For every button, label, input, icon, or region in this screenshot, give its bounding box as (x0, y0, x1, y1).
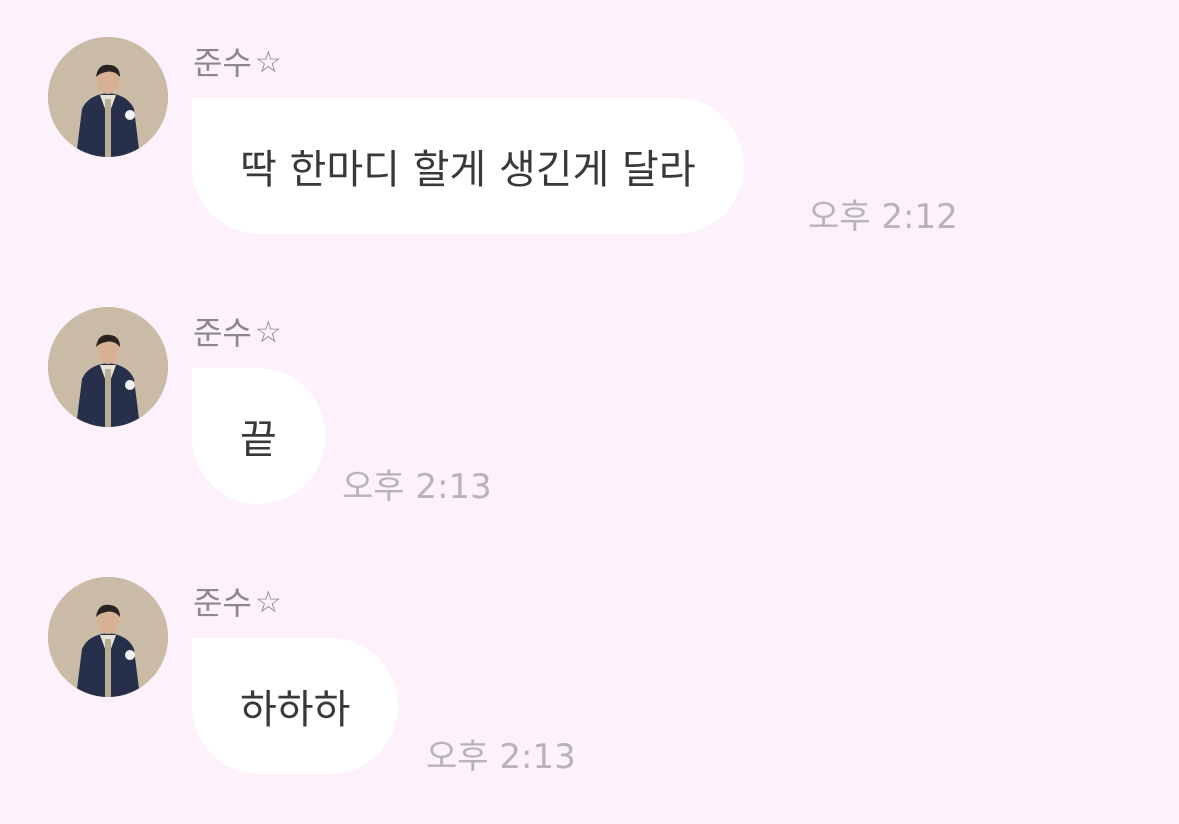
chat-message: 준수 ☆ 딱 한마디 할게 생긴게 달라 오후 2:12 (0, 37, 1179, 277)
message-text: 하하하 (240, 687, 351, 733)
chat-message: 준수 ☆ 끝 오후 2:13 (0, 307, 1179, 547)
star-outline-icon: ☆ (254, 585, 282, 620)
avatar[interactable] (48, 577, 168, 697)
sender-name: 준수 ☆ (193, 41, 282, 85)
message-bubble[interactable]: 하하하 (192, 638, 399, 774)
message-timestamp: 오후 2:13 (426, 737, 576, 777)
message-text: 끝 (240, 417, 277, 463)
star-outline-icon: ☆ (254, 315, 282, 350)
sender-name: 준수 ☆ (193, 311, 282, 355)
message-text: 딱 한마디 할게 생긴게 달라 (240, 147, 696, 193)
sender-name-text: 준수 (193, 314, 252, 352)
avatar[interactable] (48, 37, 168, 157)
sender-name-text: 준수 (193, 44, 252, 82)
message-bubble[interactable]: 끝 (192, 368, 325, 504)
message-timestamp: 오후 2:13 (342, 467, 492, 507)
star-outline-icon: ☆ (254, 45, 282, 80)
avatar[interactable] (48, 307, 168, 427)
message-bubble[interactable]: 딱 한마디 할게 생긴게 달라 (192, 98, 744, 234)
chat-message: 준수 ☆ 하하하 오후 2:13 (0, 577, 1179, 817)
message-timestamp: 오후 2:12 (808, 197, 958, 237)
sender-name: 준수 ☆ (193, 581, 282, 625)
sender-name-text: 준수 (193, 584, 252, 622)
